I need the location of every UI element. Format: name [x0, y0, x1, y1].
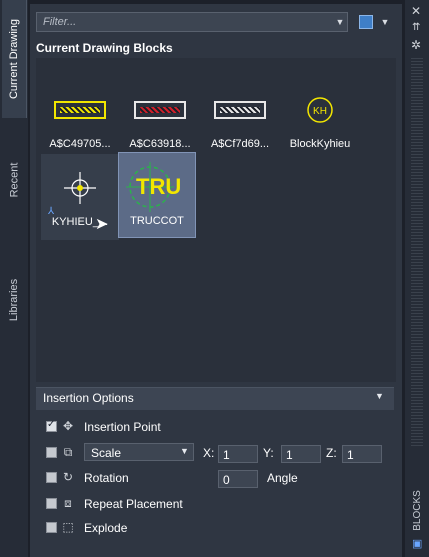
- tab-label: Recent: [8, 162, 21, 198]
- z-label: Z:: [326, 446, 337, 460]
- grip-handle[interactable]: [411, 58, 423, 448]
- tab-label: Current Drawing: [8, 18, 20, 100]
- thumb-text: TRU: [136, 174, 181, 199]
- palette-tab-strip: Current Drawing Recent Libraries: [0, 0, 28, 557]
- rotation-label: Rotation: [84, 471, 129, 485]
- explode-label: Explode: [84, 521, 128, 535]
- scale-select[interactable]: Scale: [84, 443, 194, 461]
- angle-label: Angle: [267, 471, 298, 485]
- chevron-down-icon[interactable]: ▼: [180, 446, 189, 456]
- rotate-icon: ↻: [62, 470, 74, 484]
- explode-icon: ⬚: [62, 520, 74, 534]
- block-thumbnail: KH: [281, 84, 359, 136]
- block-name: BlockKyhieu: [289, 138, 351, 150]
- graffiti-icon: [214, 101, 266, 119]
- repeat-placement-label: Repeat Placement: [84, 497, 183, 511]
- repeat-placement-icon: ⧈: [64, 496, 72, 510]
- filter-dropdown-icon[interactable]: ▼: [334, 15, 346, 29]
- gear-icon[interactable]: ✲: [411, 38, 421, 52]
- block-thumbnail: [201, 84, 279, 136]
- palette-title-label: BLOCKS: [411, 489, 423, 531]
- block-name: A$Cf7d69...: [210, 138, 270, 150]
- scale-checkbox[interactable]: [46, 447, 57, 458]
- palette-title-bar: ✕ ⇈ ✲ ▣: [405, 0, 429, 557]
- view-options-icon[interactable]: [359, 15, 373, 29]
- block-tile-selected[interactable]: TRU TRUCCOT: [118, 152, 196, 238]
- insertion-point-checkbox[interactable]: [46, 419, 57, 432]
- tru-circle-icon: TRU: [126, 162, 181, 212]
- block-tile[interactable]: A$C49705...: [41, 76, 119, 162]
- scale-icon: ⧉: [63, 445, 73, 459]
- block-thumbnail: [121, 84, 199, 136]
- block-name: TRUCCOT: [130, 215, 184, 227]
- graffiti-icon: [134, 101, 186, 119]
- block-thumbnail: TRU: [119, 161, 195, 213]
- repeat-placement-checkbox[interactable]: [46, 498, 57, 509]
- tab-recent[interactable]: Recent: [2, 140, 26, 220]
- crosshair-icon: [64, 172, 96, 204]
- insertion-point-icon: ✥: [62, 419, 74, 433]
- block-tile[interactable]: A$C63918...: [121, 76, 199, 162]
- scale-y-input[interactable]: 1: [281, 445, 321, 463]
- close-icon[interactable]: ✕: [411, 4, 421, 18]
- block-name: A$C63918...: [129, 138, 191, 150]
- block-tile[interactable]: KH BlockKyhieu: [281, 76, 359, 162]
- scale-z-input[interactable]: 1: [342, 445, 382, 463]
- rotation-checkbox[interactable]: [46, 472, 57, 483]
- block-name: A$C49705...: [49, 138, 111, 150]
- block-tile[interactable]: A$Cf7d69...: [201, 76, 279, 162]
- palette-title: BLOCKS: [406, 480, 428, 540]
- section-title: Current Drawing Blocks: [36, 41, 173, 55]
- x-label: X:: [203, 446, 215, 460]
- kh-circle-icon: KH: [307, 97, 333, 123]
- y-label: Y:: [263, 446, 274, 460]
- auto-hide-icon[interactable]: ⇈: [412, 22, 420, 33]
- insertion-options-title: Insertion Options: [43, 391, 134, 405]
- scale-x-input[interactable]: 1: [218, 445, 258, 463]
- tab-current-drawing[interactable]: Current Drawing: [2, 0, 27, 118]
- tab-libraries[interactable]: Libraries: [2, 250, 26, 350]
- rotation-input[interactable]: 0: [218, 470, 258, 488]
- mouse-cursor-icon: ➤: [95, 216, 109, 233]
- block-thumbnail: [41, 84, 119, 136]
- explode-checkbox[interactable]: [46, 522, 57, 533]
- insertion-point-label: Insertion Point: [84, 420, 161, 434]
- thumb-text: KH: [313, 106, 327, 117]
- tab-label: Libraries: [8, 278, 20, 322]
- graffiti-icon: [54, 101, 106, 119]
- filter-input[interactable]: Filter...: [36, 12, 348, 32]
- block-tile[interactable]: ⅄ KYHIEU_... ➤: [41, 154, 119, 240]
- view-options-dropdown-icon[interactable]: ▼: [379, 15, 391, 29]
- collapse-icon[interactable]: ▼: [375, 391, 384, 401]
